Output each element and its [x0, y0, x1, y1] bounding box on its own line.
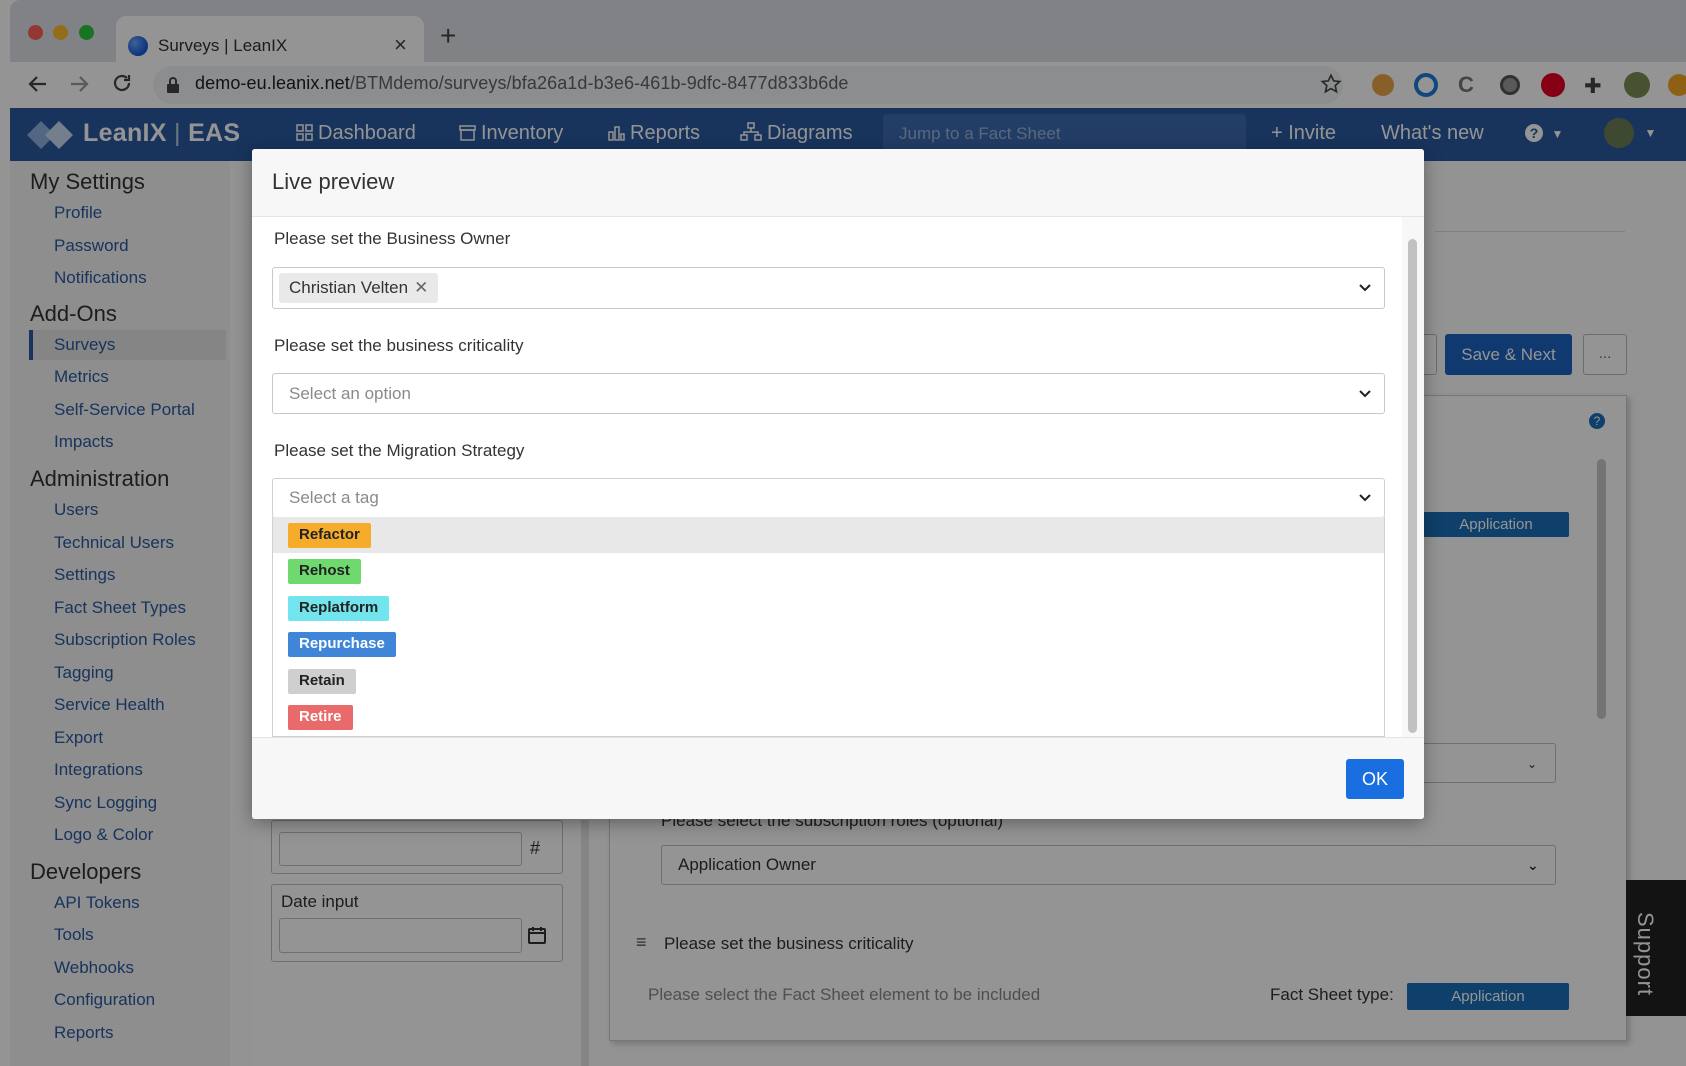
- migration-strategy-dropdown: Refactor Rehost Replatform Repurchase Re…: [272, 517, 1385, 737]
- migration-placeholder: Select a tag: [289, 488, 379, 507]
- option-repurchase[interactable]: Repurchase: [273, 626, 1384, 662]
- chip-label: Christian Velten: [289, 278, 409, 297]
- modal-footer: [252, 737, 1424, 819]
- chevron-down-icon[interactable]: [1358, 491, 1372, 505]
- option-retire[interactable]: Retire: [273, 699, 1384, 735]
- option-refactor[interactable]: Refactor: [273, 517, 1384, 553]
- modal-title: Live preview: [272, 169, 395, 194]
- tag-replatform: Replatform: [288, 596, 390, 621]
- modal-header: Live preview: [252, 149, 1424, 217]
- live-preview-modal: Live preview Please set the Business Own…: [252, 149, 1424, 819]
- option-rehost[interactable]: Rehost: [273, 553, 1384, 589]
- chevron-down-icon[interactable]: [1358, 387, 1372, 401]
- migration-strategy-select[interactable]: Select a tag: [272, 478, 1385, 518]
- business-criticality-select[interactable]: Select an option: [272, 373, 1385, 414]
- ok-button[interactable]: OK: [1346, 759, 1404, 799]
- chevron-down-icon[interactable]: [1358, 281, 1372, 295]
- tag-repurchase: Repurchase: [288, 632, 396, 657]
- tag-refactor: Refactor: [288, 523, 371, 548]
- option-retain[interactable]: Retain: [273, 663, 1384, 699]
- tag-retain: Retain: [288, 669, 356, 694]
- tag-retire: Retire: [288, 705, 353, 730]
- option-replatform[interactable]: Replatform: [273, 590, 1384, 626]
- criticality-placeholder: Select an option: [289, 384, 411, 403]
- business-criticality-label: Please set the business criticality: [274, 336, 524, 355]
- remove-chip-icon[interactable]: ✕: [414, 278, 428, 297]
- selected-owner-chip[interactable]: Christian Velten ✕: [279, 273, 439, 303]
- business-owner-select[interactable]: Christian Velten ✕: [272, 267, 1385, 309]
- tag-rehost: Rehost: [288, 559, 361, 584]
- modal-body: Please set the Business Owner Christian …: [252, 217, 1402, 819]
- modal-scrollbar-thumb[interactable]: [1408, 239, 1417, 733]
- migration-strategy-label: Please set the Migration Strategy: [274, 441, 525, 460]
- business-owner-label: Please set the Business Owner: [274, 229, 511, 248]
